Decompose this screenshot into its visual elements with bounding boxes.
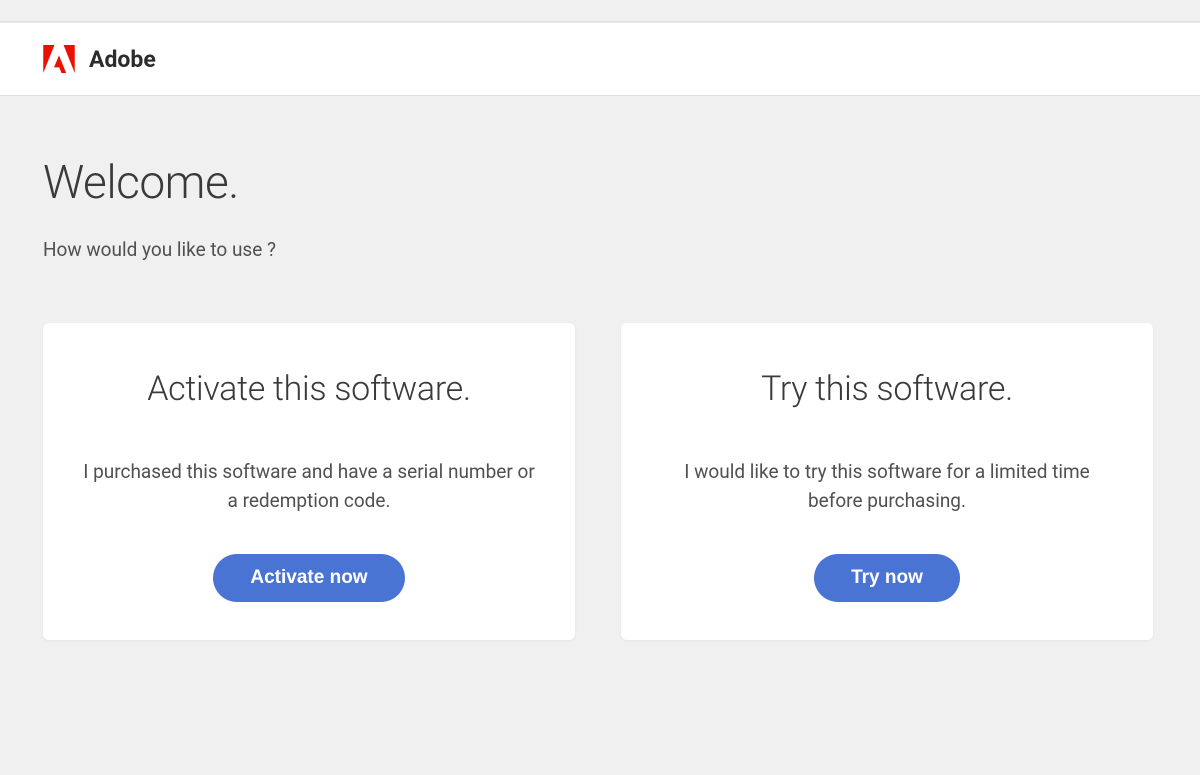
header-bar: Adobe bbox=[0, 22, 1200, 96]
brand-logo: Adobe bbox=[43, 45, 156, 73]
page-title: Welcome. bbox=[43, 156, 1157, 210]
try-card-description: I would like to try this software for a … bbox=[651, 457, 1123, 516]
activate-now-button[interactable]: Activate now bbox=[213, 554, 404, 602]
adobe-logo-icon bbox=[43, 45, 75, 73]
option-cards: Activate this software. I purchased this… bbox=[43, 323, 1157, 640]
activate-card-title: Activate this software. bbox=[73, 369, 545, 409]
main-content: Welcome. How would you like to use ? Act… bbox=[0, 96, 1200, 640]
try-now-button[interactable]: Try now bbox=[814, 554, 960, 602]
try-card: Try this software. I would like to try t… bbox=[621, 323, 1153, 640]
activate-card: Activate this software. I purchased this… bbox=[43, 323, 575, 640]
try-card-title: Try this software. bbox=[651, 369, 1123, 409]
activate-card-description: I purchased this software and have a ser… bbox=[73, 457, 545, 516]
page-subtitle: How would you like to use ? bbox=[43, 238, 1157, 261]
top-spacer bbox=[0, 0, 1200, 22]
brand-name: Adobe bbox=[89, 46, 156, 73]
